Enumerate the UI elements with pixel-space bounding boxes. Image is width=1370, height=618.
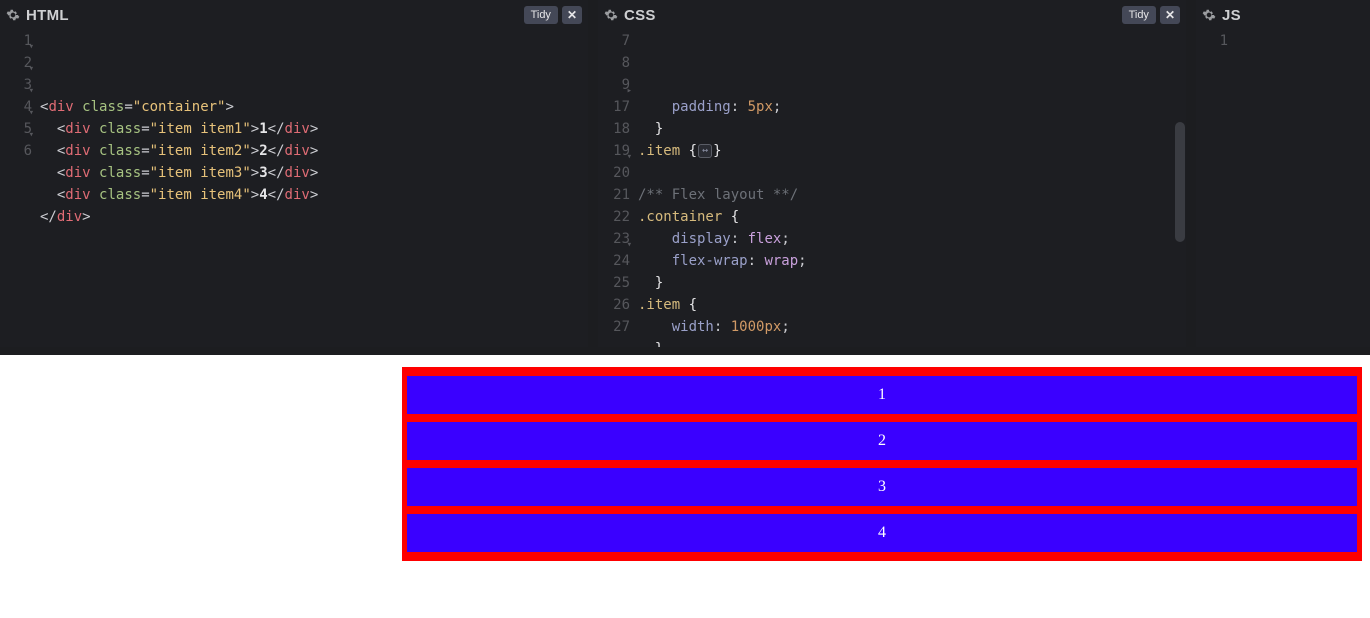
panel-title-html: HTML [26, 7, 69, 24]
output-pane: 1 2 3 4 [0, 355, 1370, 618]
panel-header-html: HTML Tidy ✕ [0, 0, 588, 30]
line-number: 27 [598, 316, 630, 338]
tidy-button[interactable]: Tidy [1122, 6, 1156, 24]
code-line[interactable]: <div class="container"> [40, 96, 588, 118]
gutter-css: 789▸171819▾20212223▾24252627 [598, 30, 638, 347]
line-number: 21 [598, 184, 630, 206]
gear-icon[interactable] [6, 8, 20, 22]
code-js[interactable] [1236, 30, 1370, 347]
code-line[interactable]: display: flex; [638, 228, 1186, 250]
line-number: 6 [0, 140, 32, 162]
panel-header-left: CSS [604, 7, 656, 24]
code-line[interactable]: .item { [638, 294, 1186, 316]
panel-actions-html: Tidy ✕ [524, 6, 582, 24]
editors-row: HTML Tidy ✕ 1▾2▾3▾4▾5▾6 <div class="cont… [0, 0, 1370, 355]
code-line[interactable]: } [638, 272, 1186, 294]
close-button[interactable]: ✕ [562, 6, 582, 24]
code-line[interactable]: } [638, 118, 1186, 140]
panel-css: CSS Tidy ✕ 789▸171819▾20212223▾24252627 … [598, 0, 1186, 347]
code-line[interactable]: .item {↔} [638, 140, 1186, 162]
code-line[interactable]: /** Flex layout **/ [638, 184, 1186, 206]
editor-js[interactable]: 1 [1196, 30, 1370, 347]
line-number: 2▾ [0, 52, 32, 74]
gutter-js: 1 [1196, 30, 1236, 347]
panel-actions-css: Tidy ✕ [1122, 6, 1180, 24]
code-line[interactable]: } [638, 338, 1186, 347]
scrollbar-thumb[interactable] [1175, 122, 1185, 242]
line-number: 26 [598, 294, 630, 316]
panel-header-css: CSS Tidy ✕ [598, 0, 1186, 30]
code-line[interactable] [1236, 30, 1370, 52]
output-item: 3 [407, 468, 1357, 506]
output-item: 4 [407, 514, 1357, 552]
line-number: 1▾ [0, 30, 32, 52]
panel-header-js: JS [1196, 0, 1370, 30]
line-number: 3▾ [0, 74, 32, 96]
line-number: 24 [598, 250, 630, 272]
panel-html: HTML Tidy ✕ 1▾2▾3▾4▾5▾6 <div class="cont… [0, 0, 588, 347]
editor-html[interactable]: 1▾2▾3▾4▾5▾6 <div class="container"> <div… [0, 30, 588, 347]
line-number: 8 [598, 52, 630, 74]
code-line[interactable]: </div> [40, 206, 588, 228]
code-html[interactable]: <div class="container"> <div class="item… [40, 30, 588, 347]
line-number: 1 [1196, 30, 1228, 52]
code-line[interactable]: .container { [638, 206, 1186, 228]
gear-icon[interactable] [604, 8, 618, 22]
line-number: 22 [598, 206, 630, 228]
code-line[interactable] [638, 162, 1186, 184]
output-container: 1 2 3 4 [402, 367, 1362, 561]
tidy-button[interactable]: Tidy [524, 6, 558, 24]
editor-css[interactable]: 789▸171819▾20212223▾24252627 padding: 5p… [598, 30, 1186, 347]
line-number: 17 [598, 96, 630, 118]
panel-title-css: CSS [624, 7, 656, 24]
line-number: 7 [598, 30, 630, 52]
output-item: 2 [407, 422, 1357, 460]
line-number: 25 [598, 272, 630, 294]
code-line[interactable]: <div class="item item2">2</div> [40, 140, 588, 162]
line-number: 18 [598, 118, 630, 140]
code-line[interactable]: <div class="item item1">1</div> [40, 118, 588, 140]
line-number: 4▾ [0, 96, 32, 118]
code-line[interactable]: <div class="item item4">4</div> [40, 184, 588, 206]
panel-js: JS 1 [1196, 0, 1370, 347]
gutter-html: 1▾2▾3▾4▾5▾6 [0, 30, 40, 347]
code-line[interactable]: flex-wrap: wrap; [638, 250, 1186, 272]
line-number: 20 [598, 162, 630, 184]
panel-header-left: JS [1202, 7, 1241, 24]
code-css[interactable]: padding: 5px; }.item {↔} /** Flex layout… [638, 30, 1186, 347]
line-number: 19▾ [598, 140, 630, 162]
panel-title-js: JS [1222, 7, 1241, 24]
code-line[interactable]: width: 1000px; [638, 316, 1186, 338]
output-item: 1 [407, 376, 1357, 414]
code-line[interactable]: <div class="item item3">3</div> [40, 162, 588, 184]
close-button[interactable]: ✕ [1160, 6, 1180, 24]
line-number: 5▾ [0, 118, 32, 140]
panel-header-left: HTML [6, 7, 69, 24]
code-line[interactable]: padding: 5px; [638, 96, 1186, 118]
gear-icon[interactable] [1202, 8, 1216, 22]
line-number: 23▾ [598, 228, 630, 250]
line-number: 9▸ [598, 74, 630, 96]
